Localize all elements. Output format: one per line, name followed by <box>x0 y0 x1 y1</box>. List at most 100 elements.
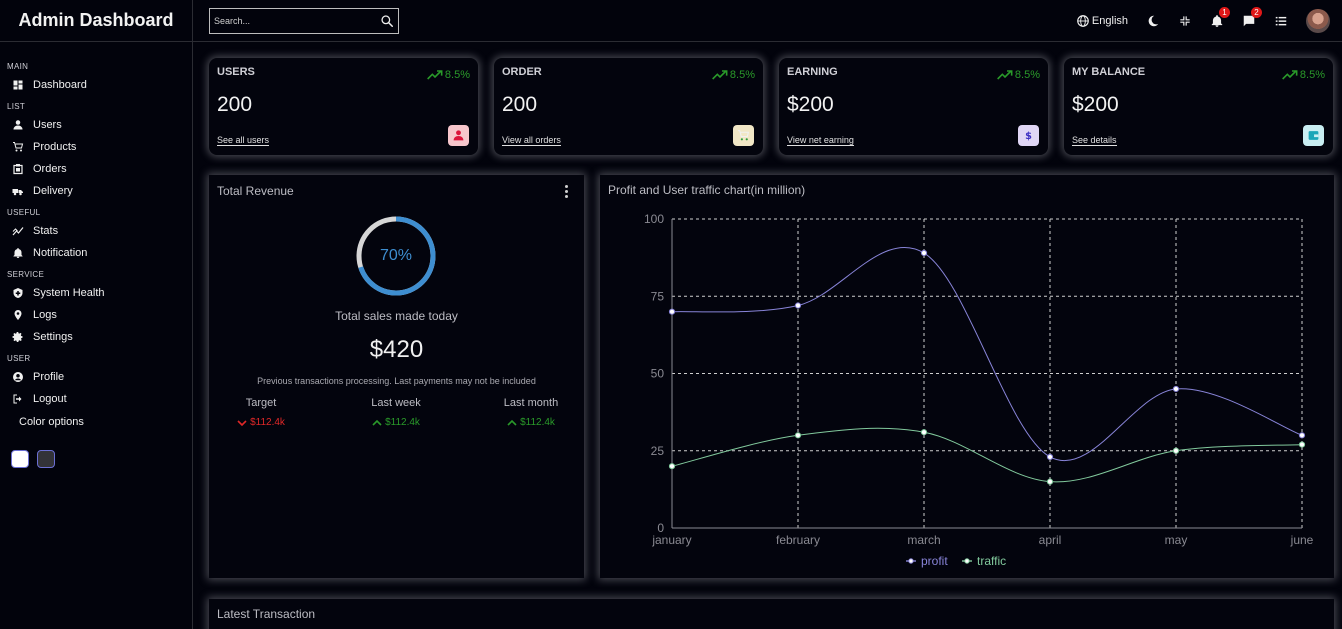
sidebar-item-logs[interactable]: Logs <box>0 304 192 326</box>
fullscreen-button[interactable] <box>1178 14 1192 28</box>
menu-list-button[interactable] <box>1274 14 1288 28</box>
legend-label-traffic: traffic <box>977 554 1006 568</box>
widget-value: 200 <box>217 93 253 116</box>
widget-order: ORDER 200 View all orders 8.5% <box>494 58 763 155</box>
series-line-profit <box>671 246 1303 461</box>
topbar: English 1 2 <box>193 0 1342 42</box>
data-point-profit <box>668 308 676 315</box>
moon-icon <box>1146 14 1160 28</box>
chevron-down-icon <box>237 419 250 427</box>
light-theme-swatch[interactable] <box>11 450 29 468</box>
sidebar-section-title: USER <box>7 354 31 363</box>
svg-text:$: $ <box>1025 131 1032 142</box>
stats-icon <box>11 224 25 238</box>
legend-dot-profit <box>908 558 914 564</box>
legend-label-profit: profit <box>921 554 948 568</box>
chevron-up-icon <box>507 419 520 427</box>
sidebar-item-stats[interactable]: Stats <box>0 220 192 242</box>
trending-up-icon <box>712 69 730 81</box>
x-tick-label: february <box>776 533 820 547</box>
data-point-profit <box>1298 432 1306 439</box>
chevron-up-icon <box>372 419 385 427</box>
bell-icon <box>11 246 25 260</box>
y-tick-label: 100 <box>644 212 664 226</box>
notifications-button[interactable]: 1 <box>1210 7 1230 28</box>
widget-users: USERS 200 See all users 8.5% <box>209 58 478 155</box>
data-point-traffic <box>1298 441 1306 448</box>
more-vert-icon[interactable] <box>562 184 570 200</box>
color-swatches <box>0 450 192 468</box>
progress-label: 70% <box>379 247 413 264</box>
search-icon[interactable] <box>380 14 394 28</box>
percentage-value: 8.5% <box>1299 69 1325 81</box>
widget-percentage: 8.5% <box>427 69 470 81</box>
chart-title: Profit and User traffic chart(in million… <box>608 183 806 197</box>
x-tick-label: january <box>651 533 691 547</box>
revenue-title: Total Revenue <box>217 184 294 198</box>
color-options-label: Color options <box>19 416 84 428</box>
sidebar-item-label: Users <box>33 119 62 131</box>
sidebar-item-dashboard[interactable]: Dashboard <box>0 74 192 96</box>
revenue-column: Last month $112.4k <box>481 397 581 428</box>
sidebar-item-logout[interactable]: Logout <box>0 388 192 410</box>
messages-badge: 2 <box>1251 7 1262 18</box>
widget-link[interactable]: See all users <box>217 135 270 146</box>
search-box <box>209 7 399 34</box>
data-point-profit <box>920 249 928 257</box>
sidebar-item-users[interactable]: Users <box>0 114 192 136</box>
sidebar-nav: MAIN Dashboard LIST Users Products Orders Deli… <box>0 62 192 410</box>
dark-mode-toggle[interactable] <box>1146 14 1160 28</box>
messages-button[interactable]: 2 <box>1242 7 1262 28</box>
notifications-badge: 1 <box>1219 7 1230 18</box>
x-tick-label: june <box>1290 533 1314 547</box>
sidebar-section-title: SERVICE <box>7 270 45 279</box>
delivery-icon <box>11 184 25 198</box>
widget-percentage: 8.5% <box>712 69 755 81</box>
sidebar-item-label: Orders <box>33 163 67 175</box>
globe-icon <box>1076 14 1090 28</box>
app-logo-title[interactable]: Admin Dashboard <box>0 0 192 42</box>
sidebar-item-profile[interactable]: Profile <box>0 366 192 388</box>
app-root: Admin Dashboard MAIN Dashboard LIST Users Pr… <box>0 0 1342 629</box>
sidebar-item-delivery[interactable]: Delivery <box>0 180 192 202</box>
search-input[interactable] <box>214 15 380 26</box>
column-amount: $112.4k <box>385 417 420 428</box>
widget-value: 200 <box>502 93 538 116</box>
dollar-icon[interactable]: $ <box>1018 125 1039 146</box>
widget-value: $200 <box>1072 93 1119 116</box>
language-selector[interactable]: English <box>1076 14 1128 28</box>
sidebar-item-label: Products <box>33 141 77 153</box>
sidebar-item-notification[interactable]: Notification <box>0 242 192 264</box>
percentage-value: 8.5% <box>1014 69 1040 81</box>
revenue-note: Previous transactions processing. Last p… <box>257 376 536 386</box>
list-icon <box>1274 14 1288 28</box>
sidebar-item-system-health[interactable]: System Health <box>0 282 192 304</box>
topbar-actions: English 1 2 <box>1058 0 1330 42</box>
column-amount: $112.4k <box>520 417 555 428</box>
widget-link[interactable]: View net earning <box>787 135 854 146</box>
x-tick-label: may <box>1165 533 1188 547</box>
widget-link[interactable]: See details <box>1072 135 1117 146</box>
trending-up-icon <box>1282 69 1300 81</box>
sidebar-item-label: Dashboard <box>33 79 87 91</box>
column-value: $112.4k <box>211 417 311 428</box>
sidebar-item-label: Logs <box>33 309 57 321</box>
cart-icon[interactable] <box>733 125 754 146</box>
orders-icon <box>11 162 25 176</box>
cart-icon <box>11 140 25 154</box>
sidebar-item-orders[interactable]: Orders <box>0 158 192 180</box>
user-icon[interactable] <box>448 125 469 146</box>
sidebar-item-settings[interactable]: Settings <box>0 326 192 348</box>
dark-theme-swatch[interactable] <box>37 450 55 468</box>
y-tick-label: 25 <box>651 444 665 458</box>
dashboard-icon <box>11 78 25 92</box>
widget-link[interactable]: View all orders <box>502 135 561 146</box>
sidebar-item-products[interactable]: Products <box>0 136 192 158</box>
sidebar-item-label: Stats <box>33 225 59 237</box>
column-value: $112.4k <box>481 417 581 428</box>
wallet-icon[interactable] <box>1303 125 1324 146</box>
avatar[interactable] <box>1306 9 1330 33</box>
latest-transaction-panel: Latest Transaction <box>209 599 1334 629</box>
sidebar-item-label: Profile <box>33 371 65 383</box>
percentage-value: 8.5% <box>729 69 755 81</box>
